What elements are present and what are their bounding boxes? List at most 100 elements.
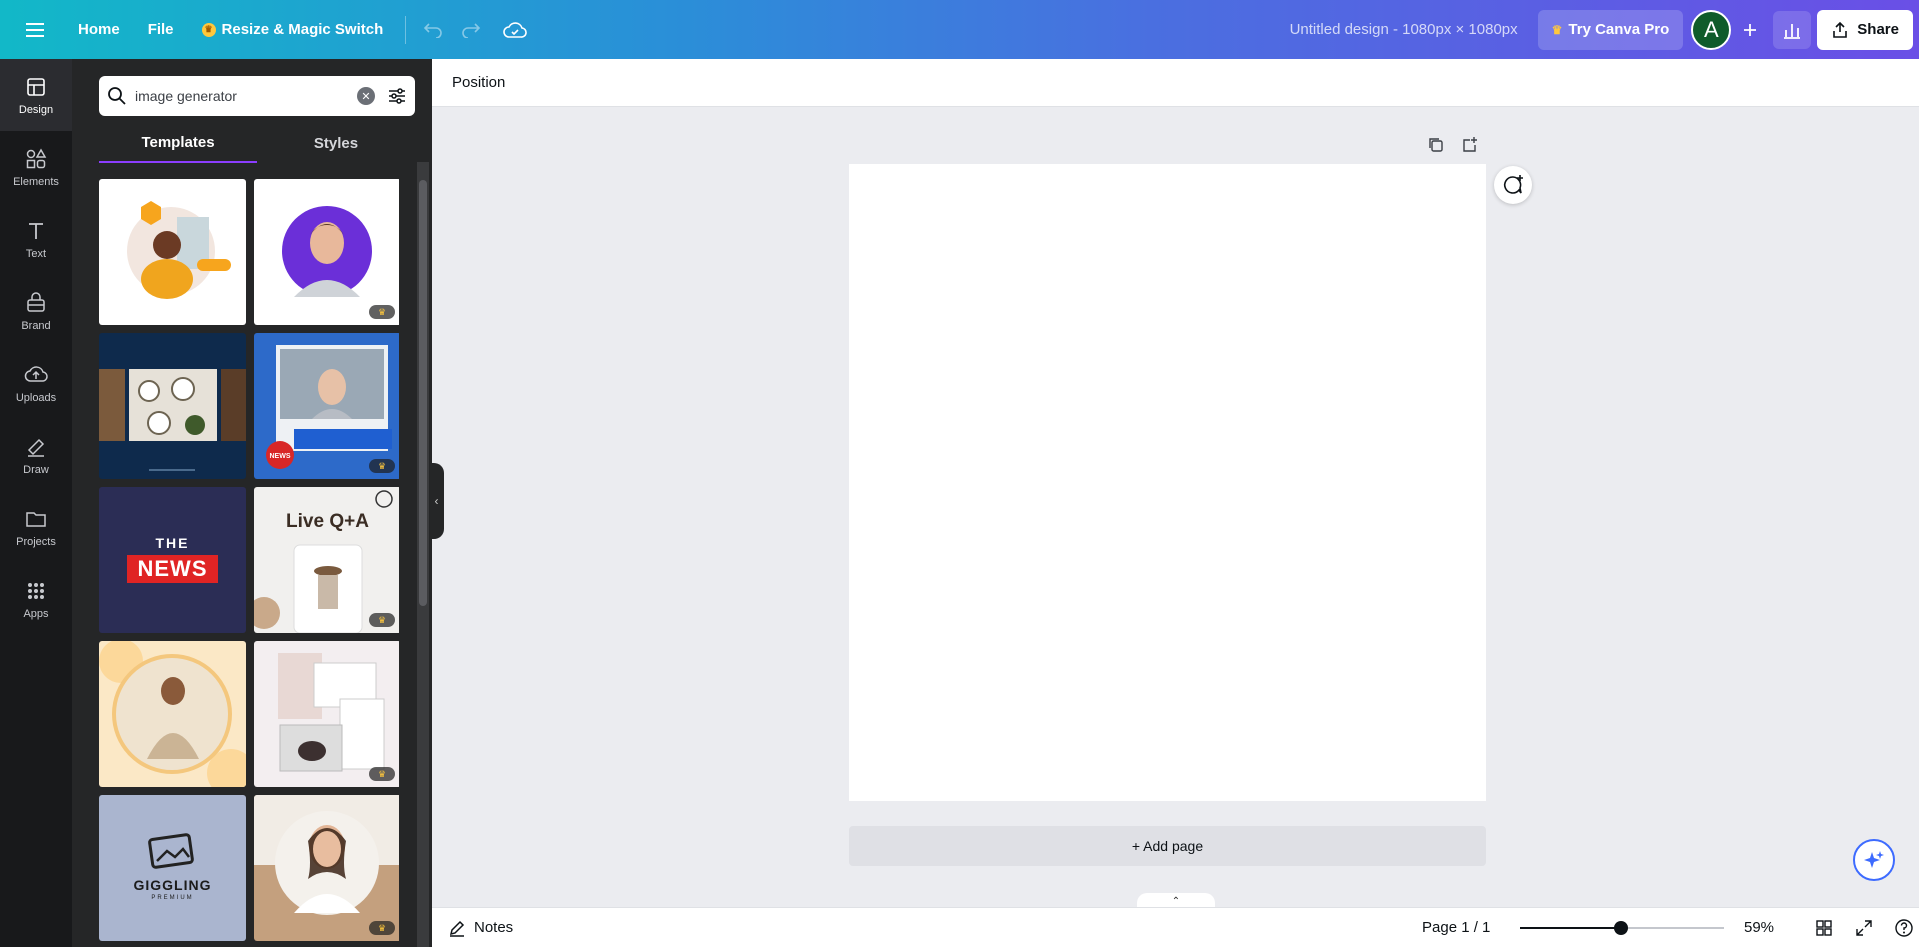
zoom-percentage[interactable]: 59% bbox=[1744, 919, 1774, 936]
pro-crown-badge: ♛ bbox=[369, 305, 395, 319]
duplicate-page-icon[interactable] bbox=[1426, 135, 1446, 155]
collapse-panel-handle[interactable]: ‹ bbox=[429, 463, 444, 539]
template-tile[interactable] bbox=[99, 179, 246, 325]
text-icon bbox=[29, 222, 43, 239]
fullscreen-icon[interactable] bbox=[1852, 916, 1876, 940]
redo-icon[interactable] bbox=[452, 11, 490, 49]
template-thumbnail bbox=[278, 653, 385, 772]
rail-item-text[interactable]: Text bbox=[0, 203, 72, 275]
grid-view-icon[interactable] bbox=[1812, 916, 1836, 940]
rail-label: Elements bbox=[13, 175, 59, 188]
template-thumbnail bbox=[99, 641, 246, 787]
notes-icon bbox=[449, 920, 465, 937]
add-page-button[interactable]: + Add page bbox=[849, 826, 1486, 866]
rail-item-elements[interactable]: Elements bbox=[0, 131, 72, 203]
bottom-bar: Notes Page 1 / 1 59% bbox=[432, 907, 1919, 947]
help-icon[interactable] bbox=[1892, 916, 1916, 940]
tab-templates[interactable]: Templates bbox=[99, 123, 257, 163]
template-tile[interactable]: ♛ bbox=[254, 641, 399, 787]
resize-magic-switch-button[interactable]: ♛ Resize & Magic Switch bbox=[188, 10, 398, 50]
notes-label: Notes bbox=[474, 919, 514, 936]
file-menu-button[interactable]: File bbox=[134, 10, 188, 50]
template-tile[interactable]: GIGGLING PREMIUM bbox=[99, 795, 246, 941]
add-comment-button[interactable] bbox=[1494, 166, 1532, 204]
pro-crown-badge: ♛ bbox=[369, 921, 395, 935]
template-thumbnail: NEWS bbox=[266, 345, 392, 469]
rail-item-apps[interactable]: Apps bbox=[0, 563, 72, 635]
context-toolbar: Position bbox=[432, 59, 1919, 107]
rail-label: Design bbox=[18, 103, 54, 116]
template-tile[interactable]: NEWS ♛ bbox=[254, 333, 399, 479]
share-label: Share bbox=[1857, 21, 1899, 38]
rail-item-projects[interactable]: Projects bbox=[0, 491, 72, 563]
template-subtitle: PREMIUM bbox=[151, 895, 194, 901]
left-rail: Design Elements Text Brand Uploads Draw … bbox=[0, 59, 72, 947]
design-title[interactable]: Untitled design - 1080px × 1080px bbox=[1290, 21, 1518, 38]
search-box: ✕ bbox=[99, 76, 415, 116]
try-canva-pro-button[interactable]: ♛ Try Canva Pro bbox=[1537, 9, 1684, 50]
template-tile[interactable]: ♛ bbox=[254, 795, 399, 941]
filter-icon[interactable] bbox=[387, 86, 407, 106]
template-thumbnail bbox=[99, 369, 246, 471]
rail-label: Uploads bbox=[15, 391, 57, 404]
resize-label: Resize & Magic Switch bbox=[221, 21, 384, 38]
rail-item-uploads[interactable]: Uploads bbox=[0, 347, 72, 419]
template-tile[interactable]: THE NEWS bbox=[99, 487, 246, 633]
rail-item-draw[interactable]: Draw bbox=[0, 419, 72, 491]
search-icon bbox=[108, 87, 126, 105]
rail-label: Text bbox=[25, 247, 47, 260]
template-title: GIGGLING bbox=[133, 877, 212, 893]
top-header: Home File ♛ Resize & Magic Switch Untitl… bbox=[0, 0, 1919, 59]
crown-icon: ♛ bbox=[201, 22, 216, 37]
position-button[interactable]: Position bbox=[448, 66, 509, 99]
template-news-badge: NEWS bbox=[127, 555, 218, 583]
menu-icon[interactable] bbox=[16, 10, 56, 50]
try-pro-label: Try Canva Pro bbox=[1568, 21, 1670, 38]
design-icon bbox=[27, 77, 45, 96]
template-tile[interactable] bbox=[99, 641, 246, 787]
rail-label: Brand bbox=[21, 319, 51, 332]
tab-styles[interactable]: Styles bbox=[257, 123, 415, 163]
panel-scrollbar[interactable] bbox=[417, 162, 429, 947]
rail-item-brand[interactable]: Brand bbox=[0, 275, 72, 347]
crown-icon: ♛ bbox=[1551, 22, 1563, 37]
template-tile[interactable]: ♛ bbox=[254, 179, 399, 325]
comment-icon bbox=[1504, 175, 1523, 194]
template-tile[interactable]: Live Q+A ♛ bbox=[254, 487, 399, 633]
cloud-saved-icon[interactable] bbox=[496, 11, 534, 49]
analytics-icon[interactable] bbox=[1773, 10, 1812, 49]
template-tile[interactable] bbox=[99, 333, 246, 479]
header-divider bbox=[405, 15, 407, 44]
rail-label: Projects bbox=[16, 535, 56, 548]
pro-crown-badge: ♛ bbox=[369, 767, 395, 781]
side-panel: ✕ Templates Styles ♛ bbox=[72, 59, 432, 947]
plus-icon[interactable] bbox=[1731, 11, 1769, 49]
zoom-slider-fill bbox=[1520, 927, 1621, 929]
rail-label: Apps bbox=[23, 607, 49, 620]
notes-button[interactable]: Notes bbox=[448, 919, 513, 937]
zoom-slider-handle[interactable] bbox=[1614, 921, 1628, 935]
clear-search-icon[interactable]: ✕ bbox=[357, 87, 375, 105]
draw-icon bbox=[27, 438, 45, 457]
uploads-icon bbox=[24, 365, 48, 382]
zoom-slider[interactable] bbox=[1520, 921, 1724, 935]
brand-icon bbox=[27, 291, 45, 312]
magic-assistant-button[interactable] bbox=[1853, 839, 1895, 881]
undo-icon[interactable] bbox=[414, 11, 452, 49]
scrollbar-thumb[interactable] bbox=[419, 180, 427, 606]
template-thumbnail bbox=[148, 833, 194, 869]
page-indicator[interactable]: Page 1 / 1 bbox=[1422, 919, 1490, 936]
rail-item-design[interactable]: Design bbox=[0, 59, 72, 131]
panel-tabs: Templates Styles bbox=[99, 123, 415, 163]
elements-icon bbox=[26, 147, 47, 168]
avatar[interactable]: A bbox=[1691, 9, 1732, 50]
template-thumbnail bbox=[254, 795, 399, 915]
share-button[interactable]: Share bbox=[1817, 9, 1913, 50]
search-input[interactable] bbox=[135, 88, 357, 104]
design-page[interactable] bbox=[849, 164, 1486, 801]
page-tools bbox=[1426, 135, 1480, 155]
template-thumbnail bbox=[282, 206, 372, 297]
home-button[interactable]: Home bbox=[64, 10, 134, 50]
add-page-icon[interactable] bbox=[1460, 135, 1480, 155]
apps-icon bbox=[28, 582, 44, 599]
